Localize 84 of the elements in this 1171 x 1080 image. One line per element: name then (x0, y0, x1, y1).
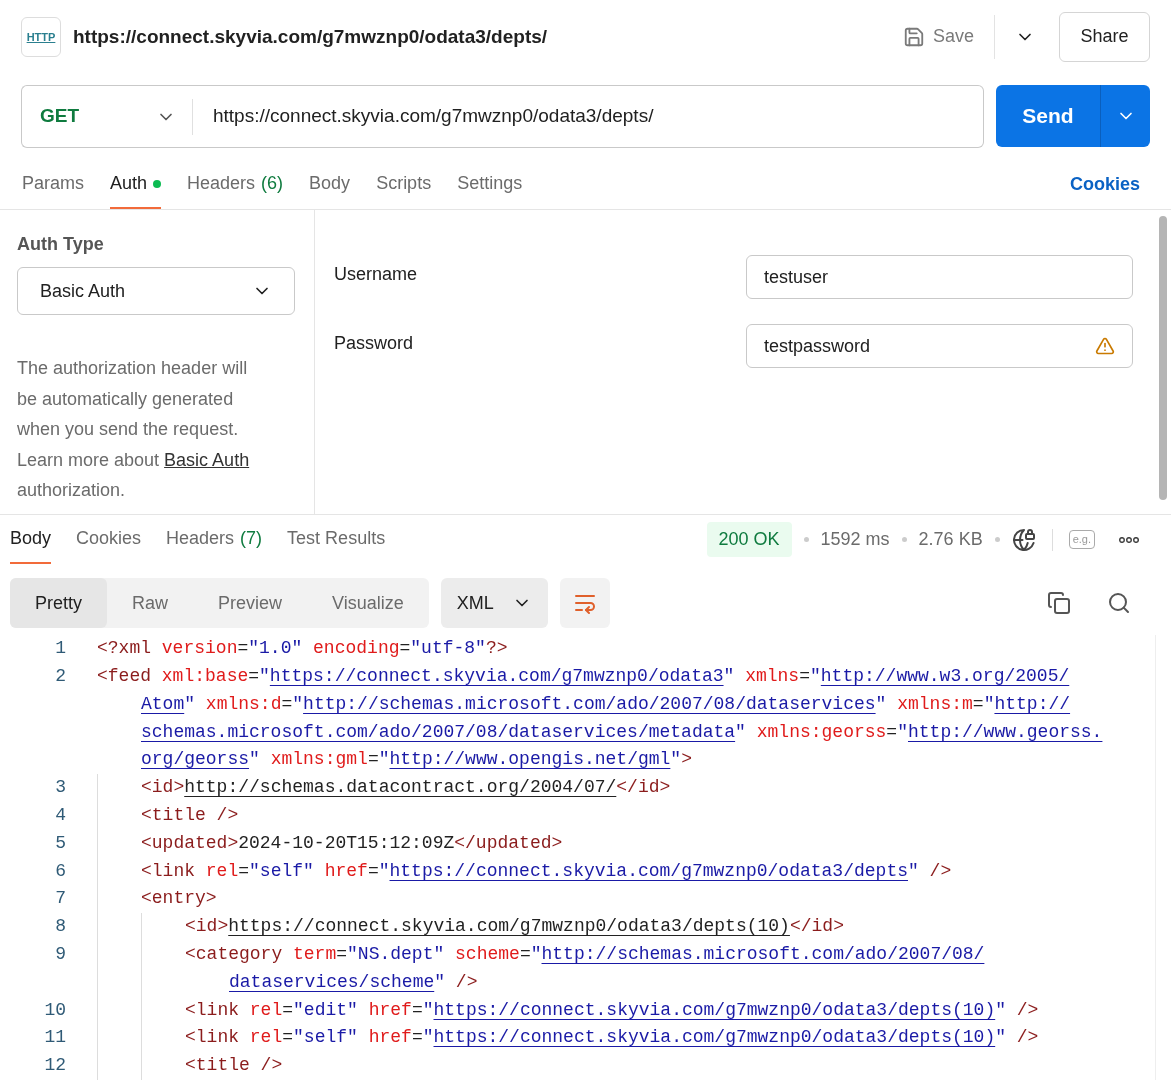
url-link[interactable]: http://schemas.datacontract.org/2004/07/ (184, 777, 617, 798)
send-button[interactable]: Send (996, 84, 1100, 147)
tab[interactable]: Body (10, 514, 52, 565)
tab[interactable]: Headers (7) (166, 514, 263, 565)
line-number: 3 (55, 777, 66, 798)
line-number: 2 (55, 666, 66, 687)
line-number: 10 (44, 999, 66, 1020)
search-icon (1107, 591, 1131, 616)
auth-type-dropdown[interactable]: Basic Auth (17, 267, 295, 316)
field-label: Username (334, 263, 419, 287)
view-tab[interactable]: Visualize (307, 578, 429, 629)
globe-lock-icon (1011, 527, 1036, 552)
url-link[interactable]: http://schemas.microsoft.com/ado/2007/08/dataservices (303, 693, 876, 714)
view-tab[interactable]: Preview (193, 578, 308, 629)
share-button[interactable]: Share (1059, 11, 1150, 62)
scrollbar[interactable] (1159, 216, 1167, 501)
url-link[interactable]: https://connect.skyvia.com/g7mwznp0/odata3/depts (389, 860, 908, 881)
line-number: 8 (55, 916, 66, 937)
line-number: 11 (44, 1027, 66, 1048)
auth-help-text: The authorization header will be automatically generated when you send the request. Learn more about Basic Auth authorization. (17, 357, 251, 503)
url-link[interactable]: http://www.opengis.net/gml (389, 749, 671, 770)
tab[interactable]: Params (22, 160, 84, 210)
code-line: <title /> (141, 804, 239, 827)
code-line: <link rel="self" href="https://connect.skyvia.com/g7mwznp0/odata3/depts(10)" /> (185, 1026, 1039, 1050)
url-link[interactable]: http://www.w3.org/2005/ (820, 666, 1070, 687)
tab[interactable]: Scripts (376, 160, 432, 210)
line-number: 7 (55, 888, 66, 909)
url-link[interactable]: https://connect.skyvia.com/g7mwznp0/odata3/depts(10) (433, 999, 996, 1020)
url-link[interactable]: schemas.microsoft.com/ado/2007/08/dataservices/metadata (141, 721, 736, 742)
view-tab[interactable]: Pretty (10, 578, 107, 629)
code-line: schemas.microsoft.com/ado/2007/08/dataservices/metadata" xmlns:georss="http://www.georss. (141, 720, 1103, 744)
url-link[interactable]: http:// (994, 693, 1071, 714)
field-label: Password (334, 332, 415, 356)
line-number: 9 (55, 944, 66, 964)
code-line: <title /> (185, 1054, 283, 1078)
save-icon (902, 25, 925, 48)
code-line: <category term="NS.dept" scheme="http://schemas.microsoft.com/ado/2007/08/ (185, 943, 985, 966)
response-size: 2.76 KB (918, 528, 983, 552)
send-options-button[interactable] (1100, 84, 1150, 147)
basic-auth-link[interactable]: Basic Auth (164, 449, 250, 470)
code-line: <id>http://schemas.datacontract.org/2004/07/</id> (141, 776, 671, 800)
code-line: Atom" xmlns:d="http://schemas.microsoft.com/ado/2007/08/dataservices" xmlns:m="http:// (141, 692, 1071, 716)
code-line: dataservices/scheme" /> (229, 970, 478, 994)
tab[interactable]: Body (309, 160, 351, 210)
tab[interactable]: Settings (457, 160, 523, 210)
code-line: <updated>2024-10-20T15:12:09Z</updated> (141, 831, 563, 855)
url-link[interactable]: http://schemas.microsoft.com/ado/2007/08/ (541, 944, 985, 964)
text-field[interactable]: testpassword (746, 324, 1133, 369)
code-line: <link rel="edit" href="https://connect.skyvia.com/g7mwznp0/odata3/depts(10)" /> (185, 998, 1039, 1022)
wrap-button[interactable] (559, 578, 610, 629)
url-link[interactable]: https://connect.skyvia.com/g7mwznp0/odata3 (269, 666, 724, 687)
tab[interactable]: Cookies (76, 514, 142, 565)
url-link[interactable]: org/georss (141, 749, 250, 770)
request-title: https://connect.skyvia.com/g7mwznp0/odata3/depts/ (73, 24, 548, 49)
line-number: 12 (44, 1055, 66, 1076)
copy-icon (1047, 591, 1071, 616)
tab[interactable]: Headers (6) (187, 160, 284, 210)
code-line: <link rel="self" href="https://connect.skyvia.com/g7mwznp0/odata3/depts" /> (141, 859, 952, 883)
view-tab[interactable]: Raw (107, 578, 194, 629)
status-badge: 200 OK (706, 522, 792, 558)
code-line: <id>https://connect.skyvia.com/g7mwznp0/odata3/depts(10)</id> (185, 915, 844, 939)
code-line: <entry> (141, 887, 217, 911)
response-time: 1592 ms (820, 528, 890, 552)
more-icon (1119, 536, 1139, 543)
code-line: <?xml version="1.0" encoding="utf-8"?> (97, 637, 508, 661)
line-number: 6 (55, 860, 66, 881)
tab[interactable]: Auth (110, 160, 162, 210)
url-link[interactable]: https://connect.skyvia.com/g7mwznp0/odata3/depts(10) (433, 1027, 996, 1048)
line-number: 4 (55, 805, 66, 825)
text-field[interactable]: testuser (746, 255, 1133, 300)
url-link[interactable]: dataservices/scheme (229, 971, 435, 992)
format-dropdown[interactable]: XML (440, 578, 548, 629)
auth-type-label: Auth Type (17, 233, 105, 257)
tab[interactable]: Test Results (287, 514, 386, 565)
url-link[interactable]: https://connect.skyvia.com/g7mwznp0/odata3/depts(10) (228, 916, 790, 937)
http-logo: HTTP (21, 16, 61, 57)
code-line: <feed xml:base="https://connect.skyvia.com/g7mwznp0/odata3" xmlns="http://www.w3.org/2005/ (97, 665, 1070, 689)
code-line: org/georss" xmlns:gml="http://www.opengis.net/gml"> (141, 748, 692, 772)
save-button[interactable]: Save (894, 14, 982, 59)
line-number: 1 (55, 638, 66, 659)
line-number: 5 (55, 832, 66, 853)
url-link[interactable]: Atom (141, 693, 185, 714)
cookies-link[interactable]: Cookies (1069, 171, 1149, 199)
url-link[interactable]: http://www.georss. (908, 721, 1103, 742)
